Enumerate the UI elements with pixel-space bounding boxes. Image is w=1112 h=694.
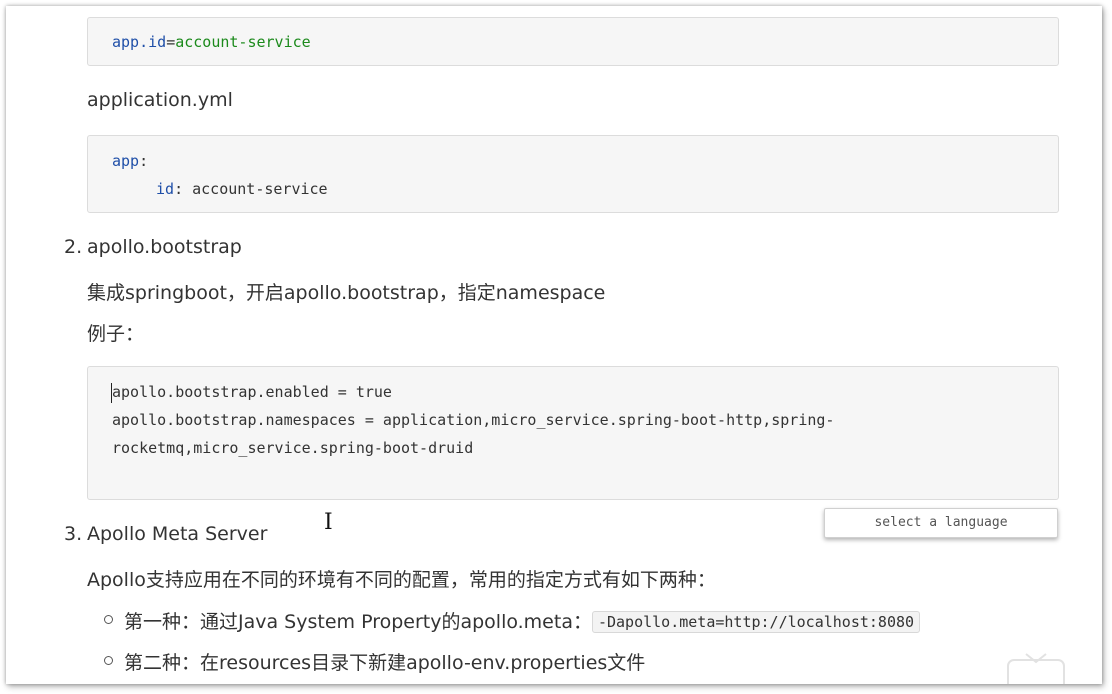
application-yml-label: application.yml bbox=[87, 89, 233, 111]
play-icon[interactable] bbox=[1006, 652, 1068, 684]
document-page: app.id=account-service application.yml a… bbox=[6, 6, 1102, 684]
code-block-yml: app: id: account-service bbox=[87, 135, 1059, 213]
inline-code: -Dapollo.meta=http://localhost:8080 bbox=[591, 611, 921, 633]
list-item-text: 第一种：通过Java System Property的apollo.meta： bbox=[124, 611, 592, 633]
code-value: : account-service bbox=[174, 180, 328, 198]
section-description: 集成springboot，开启apollo.bootstrap，指定namesp… bbox=[87, 282, 606, 304]
code-line: apollo.bootstrap.enabled = true bbox=[112, 383, 392, 401]
list-item-text: 第二种：在resources目录下新建apollo-env.properties… bbox=[124, 652, 646, 674]
code-block-bootstrap: apollo.bootstrap.enabled = true apollo.b… bbox=[87, 366, 1059, 500]
code-key: app.id bbox=[112, 33, 167, 51]
bullet-icon bbox=[104, 656, 113, 665]
list-number: 2. bbox=[64, 236, 83, 258]
section-title: Apollo Meta Server bbox=[87, 523, 268, 545]
example-label: 例子： bbox=[87, 323, 145, 345]
code-line: apollo.bootstrap.namespaces = applicatio… bbox=[112, 411, 835, 429]
code-line: id: account-service bbox=[156, 180, 328, 198]
code-line: rocketmq,micro_service.spring-boot-druid bbox=[112, 439, 474, 457]
ibeam-cursor-icon: I bbox=[324, 510, 333, 535]
list-number: 3. bbox=[64, 523, 83, 545]
list-item: 第一种：通过Java System Property的apollo.meta： -… bbox=[124, 607, 921, 634]
code-operator: : bbox=[139, 152, 149, 170]
code-value: account-service bbox=[175, 33, 311, 51]
select-language-button[interactable]: select a language bbox=[824, 508, 1058, 538]
code-block-app-id: app.id=account-service bbox=[87, 17, 1059, 66]
code-operator: = bbox=[166, 33, 176, 51]
code-line: app: bbox=[112, 152, 148, 170]
code-key: app bbox=[112, 152, 140, 170]
bullet-icon bbox=[104, 615, 113, 624]
code-line: app.id=account-service bbox=[112, 33, 311, 51]
code-key: id bbox=[156, 180, 175, 198]
section-title: apollo.bootstrap bbox=[87, 236, 242, 258]
section-description: Apollo支持应用在不同的环境有不同的配置，常用的指定方式有如下两种： bbox=[87, 569, 716, 591]
